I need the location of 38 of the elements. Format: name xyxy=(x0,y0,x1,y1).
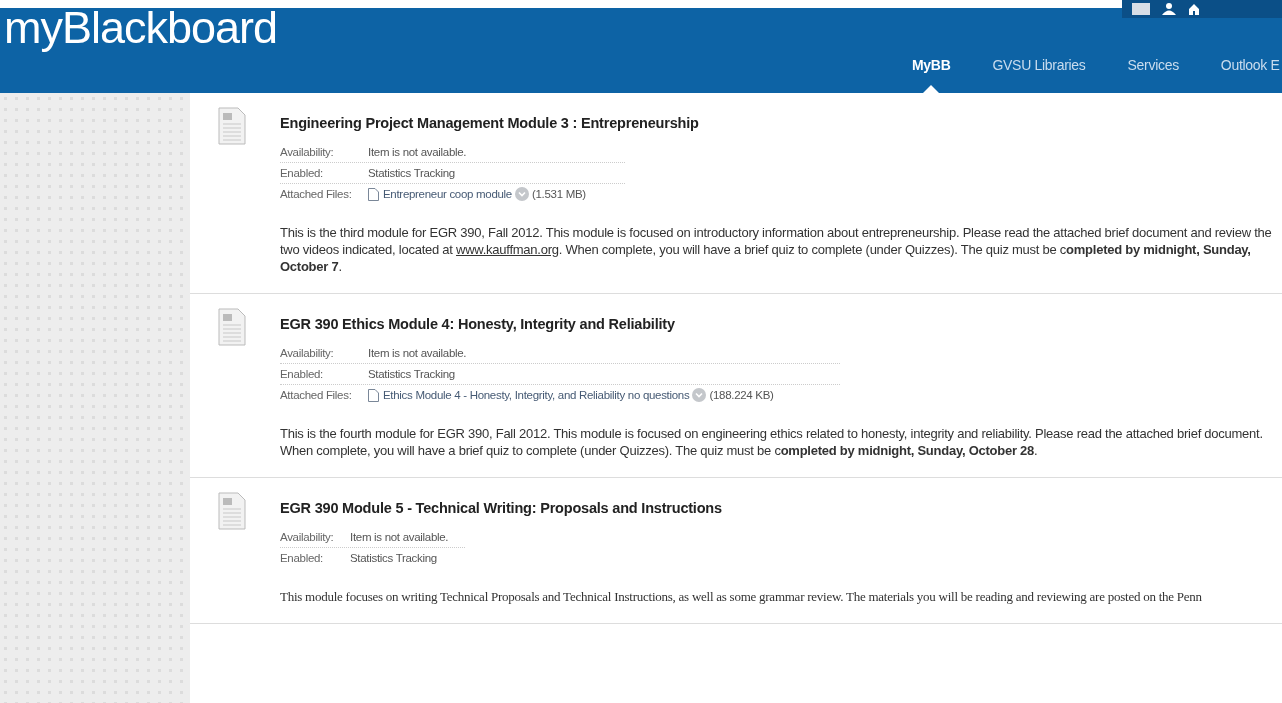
link[interactable]: www.kauffman.org xyxy=(456,242,559,257)
detail-label: Availability: xyxy=(280,347,335,359)
nav-tab[interactable]: MyBB xyxy=(912,57,951,93)
file-icon xyxy=(368,187,379,201)
detail-label: Availability: xyxy=(280,531,335,543)
detail-value: Statistics Tracking xyxy=(368,167,455,179)
nav-tab[interactable]: GVSU Libraries xyxy=(992,57,1086,93)
detail-label: Enabled: xyxy=(280,368,324,380)
user-menu[interactable] xyxy=(1122,0,1282,18)
item-description: This is the third module for EGR 390, Fall 2012. This module is focused on introductory information about entrepreneurship. Please read the attached brief document and review the two videos indicated, located at www.kauffman.org. When complete, you will have a brief quiz to complete (under Quizzes). The quiz must be completed by midnight, Sunday, October 7. xyxy=(280,224,1272,275)
file-size: (1.531 MB) xyxy=(532,188,586,200)
item-title[interactable]: EGR 390 Module 5 - Technical Writing: Proposals and Instructions xyxy=(280,500,1272,516)
detail-label: Enabled: xyxy=(280,552,324,564)
detail-label: Attached Files: xyxy=(280,389,353,401)
item-title[interactable]: EGR 390 Ethics Module 4: Honesty, Integrity and Reliability xyxy=(280,316,1272,332)
file-icon xyxy=(368,388,379,402)
nav-tab[interactable]: Outlook E xyxy=(1220,57,1280,93)
item-description: This is the fourth module for EGR 390, Fall 2012. This module is focused on engineering ethics related to honesty, integrity and reliability. Please read the attached brief document. When complete, you will have a brief quiz to complete (under Quizzes). The quiz must be completed by midnight, Sunday, October 28. xyxy=(280,425,1264,459)
detail-value: Item is not available. xyxy=(368,146,467,158)
file-link[interactable]: Ethics Module 4 - Honesty, Integrity, and Reliability no questions xyxy=(383,389,690,401)
home-icon[interactable] xyxy=(1188,3,1200,15)
detail-value: Item is not available. xyxy=(350,531,449,543)
item-description: This module focuses on writing Technical Proposals and Technical Instructions, as well as some grammar review. The materials you will be reading and reviewing are posted on the Penn xyxy=(280,588,1203,605)
person-icon[interactable] xyxy=(1162,3,1176,15)
detail-value: Statistics Tracking xyxy=(350,552,437,564)
file-size: (188.224 KB) xyxy=(709,389,774,401)
item-title[interactable]: Engineering Project Management Module 3 : Entrepreneurship xyxy=(280,115,1272,131)
detail-label: Availability: xyxy=(280,146,335,158)
detail-label: Enabled: xyxy=(280,167,324,179)
logo[interactable]: myBlackboard xyxy=(4,2,278,54)
document-icon xyxy=(218,492,246,530)
document-icon xyxy=(218,107,246,145)
detail-value: Item is not available. xyxy=(368,347,467,359)
document-icon xyxy=(218,308,246,346)
nav-tab[interactable]: Services xyxy=(1127,57,1179,93)
detail-value: Statistics Tracking xyxy=(368,368,455,380)
file-link[interactable]: Entrepreneur coop module xyxy=(383,188,512,200)
detail-label: Attached Files: xyxy=(280,188,353,200)
